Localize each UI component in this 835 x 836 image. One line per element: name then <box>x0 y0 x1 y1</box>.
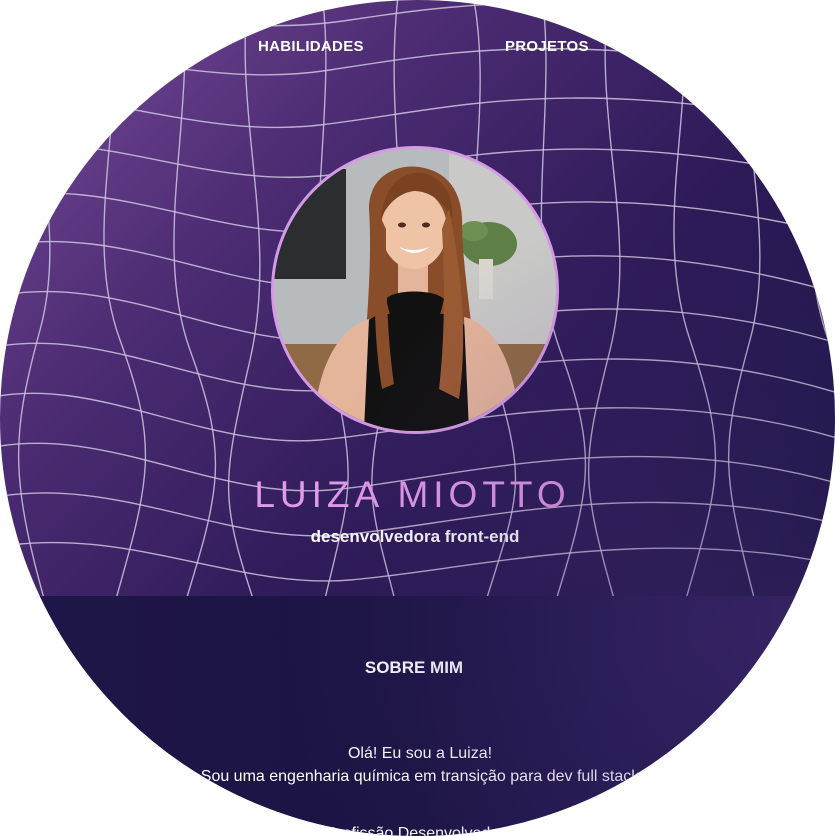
hero-name: LUIZA MIOTTO <box>254 474 571 515</box>
about-section-title: SOBRE MIM <box>364 658 464 677</box>
nav-link-skills[interactable]: HABILIDADES <box>258 38 364 55</box>
profile-photo <box>271 146 559 434</box>
hero-role: desenvolvedora front-end <box>310 527 520 546</box>
about-line-greeting: Olá! Eu sou a Luiza! <box>347 745 493 762</box>
about-line-transition: Sou uma engenharia química em transição … <box>200 768 640 785</box>
nav-link-projects[interactable]: PROJETOS <box>505 38 589 55</box>
about-line-profession: Profissão Desenvolvedora <box>326 825 514 836</box>
content-section-background <box>0 596 835 836</box>
page-viewport: HABILIDADES PROJETOS LUIZA MIOTTO desenv… <box>0 0 835 836</box>
about-text: Olá! Eu sou a Luiza! Sou uma engenharia … <box>0 742 835 836</box>
profile-photo-illustration <box>274 149 556 431</box>
